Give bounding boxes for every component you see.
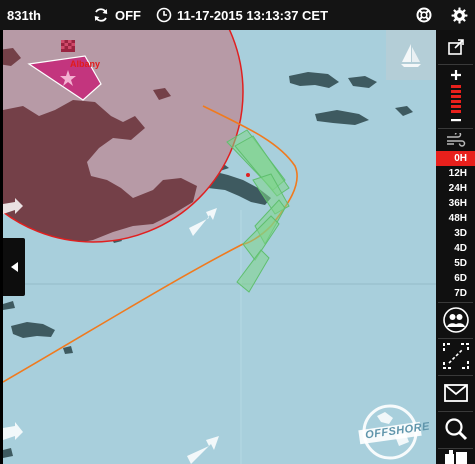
minus-icon xyxy=(450,119,461,122)
map-canvas[interactable] xyxy=(3,30,436,464)
boat-name-label: Albany xyxy=(70,59,101,69)
wind-icon xyxy=(446,133,465,147)
separator xyxy=(438,375,473,376)
share-icon xyxy=(447,39,464,55)
wind-layer-button[interactable] xyxy=(436,130,475,150)
players-button[interactable] xyxy=(436,305,475,335)
top-bar: 831th OFF 11-17-2015 13:13:37 CET xyxy=(0,0,475,30)
gear-icon xyxy=(451,7,468,23)
chevron-left-icon xyxy=(11,262,18,272)
center-boat-button[interactable] xyxy=(436,340,475,372)
plus-icon xyxy=(450,70,461,80)
navigation-map[interactable]: Albany OFFSHORE xyxy=(3,30,436,464)
boat-shop-button[interactable] xyxy=(436,450,475,464)
forecast-time-3d[interactable]: 3D xyxy=(436,226,475,241)
rank-value: 831th xyxy=(7,7,41,23)
lifebuoy-icon xyxy=(416,7,432,23)
clock-icon xyxy=(156,7,172,23)
ghost-boats[interactable] xyxy=(226,129,290,293)
forecast-time-7d[interactable]: 7D xyxy=(436,286,475,301)
envelope-icon xyxy=(443,384,468,402)
route-line xyxy=(3,243,244,383)
forecast-time-24h[interactable]: 24H xyxy=(436,181,475,196)
forecast-time-5d[interactable]: 5D xyxy=(436,256,475,271)
boat-shop-icon xyxy=(444,450,467,464)
separator xyxy=(438,128,473,129)
forecast-time-12h[interactable]: 12H xyxy=(436,166,475,181)
wind-arrow-icon xyxy=(189,208,217,236)
separator xyxy=(438,64,473,65)
share-button[interactable] xyxy=(436,34,475,60)
wind-arrow-icon xyxy=(3,422,23,440)
search-button[interactable] xyxy=(436,414,475,444)
separator xyxy=(438,338,473,339)
help-button[interactable] xyxy=(416,0,432,30)
sailboat-icon xyxy=(401,44,421,67)
separator xyxy=(438,302,473,303)
forecast-time-6d[interactable]: 6D xyxy=(436,271,475,286)
checkered-flag-icon xyxy=(61,40,75,52)
boat-view-toggle[interactable] xyxy=(386,30,436,80)
sync-state: OFF xyxy=(115,7,141,23)
separator xyxy=(438,411,473,412)
refresh-icon xyxy=(94,8,108,22)
separator xyxy=(438,448,473,449)
wind-arrow-icon xyxy=(187,436,219,464)
search-icon xyxy=(444,418,467,441)
settings-button[interactable] xyxy=(451,0,468,30)
forecast-time-4d[interactable]: 4D xyxy=(436,241,475,256)
zoom-out-button[interactable] xyxy=(436,114,475,126)
zoom-bars-icon xyxy=(450,85,461,113)
forecast-time-0h[interactable]: 0H xyxy=(436,151,475,166)
rank-icon xyxy=(0,0,7,30)
forecast-time-36h[interactable]: 36H xyxy=(436,196,475,211)
zoom-level-indicator[interactable] xyxy=(436,85,475,113)
date-time-display: 11-17-2015 13:13:37 CET xyxy=(156,0,328,30)
focus-frame-icon xyxy=(442,343,469,369)
messages-button[interactable] xyxy=(436,378,475,408)
users-icon xyxy=(442,307,469,333)
forecast-time-48h[interactable]: 48H xyxy=(436,211,475,226)
drawer-toggle-button[interactable] xyxy=(3,238,25,296)
sync-toggle[interactable]: OFF xyxy=(93,0,141,30)
date-time-value: 11-17-2015 13:13:37 CET xyxy=(177,7,329,23)
waypoint-marker xyxy=(246,173,250,177)
right-toolbar: 0H 12H 24H 36H 48H 3D 4D 5D 6D 7D xyxy=(436,30,475,464)
ranking-indicator[interactable]: 831th xyxy=(0,0,41,30)
zoom-in-button[interactable] xyxy=(436,66,475,84)
offshore-logo: OFFSHORE xyxy=(355,402,431,462)
